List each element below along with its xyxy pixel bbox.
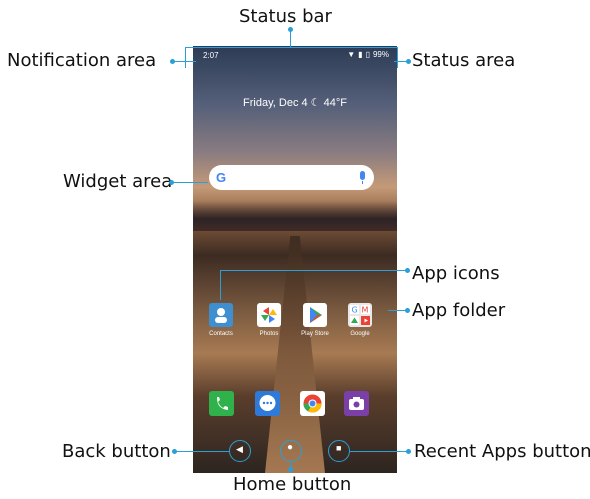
recent-apps-button-ring [328,440,350,462]
leader-dot [406,449,411,454]
chrome-icon[interactable] [300,391,325,416]
leader-dot [170,59,175,64]
home-button-ring [280,440,302,462]
leader-dot [288,27,293,32]
phone-icon[interactable] [209,391,234,416]
widget-leader [172,182,208,183]
recent-leader [350,451,408,452]
app-label: Photos [259,331,279,337]
app-label: Google [350,331,370,337]
app-photos[interactable]: Photos [249,303,289,337]
notification-area-label: Notification area [7,50,157,71]
app-contacts[interactable]: Contacts [201,303,241,337]
app-icons-label: App icons [412,263,500,284]
app-play-store[interactable]: Play Store [295,303,335,337]
date-weather-widget[interactable]: Friday, Dec 4 ☾ 44°F [193,96,397,109]
widget-area-label: Widget area [63,171,173,192]
leader-dot [288,467,293,472]
leader-dot [405,308,410,313]
status-area-label: Status area [412,50,516,71]
leader-dot [169,180,174,185]
status-bar-leader [290,30,291,47]
contacts-icon [209,303,233,327]
svg-text:G: G [352,306,358,315]
home-button-label: Home button [233,474,352,495]
messages-icon[interactable] [255,391,280,416]
app-folder-label: App folder [412,300,506,321]
leader-dot [405,268,410,273]
svg-text:M: M [362,306,369,315]
city-skyline [193,201,397,231]
app-icons-leader-drop [220,270,221,300]
notification-leader [174,61,196,62]
app-google-folder[interactable]: G M Google [340,303,380,337]
back-button-label: Back button [62,441,171,462]
pier-image [265,236,325,473]
mic-icon[interactable] [360,171,365,184]
status-bar-label: Status bar [239,6,332,27]
phone-screen: 2:07 ▼ ▮ ▯ 99% Friday, Dec 4 ☾ 44°F G Co… [193,46,397,473]
app-label: Contacts [209,331,233,337]
leader-dot [172,449,177,454]
app-label: Play Store [301,331,329,337]
status-bar-bracket [185,47,398,68]
leader-dot [406,59,411,64]
google-search-bar[interactable]: G [209,165,374,190]
google-logo-icon: G [216,170,227,185]
back-leader [176,451,229,452]
back-button-ring [229,440,251,462]
camera-icon[interactable] [344,391,369,416]
play-store-icon [303,303,327,327]
photos-icon [257,303,281,327]
recent-apps-button-label: Recent Apps button [414,441,590,462]
app-icons-leader [220,270,406,271]
google-folder-icon: G M [348,303,372,327]
